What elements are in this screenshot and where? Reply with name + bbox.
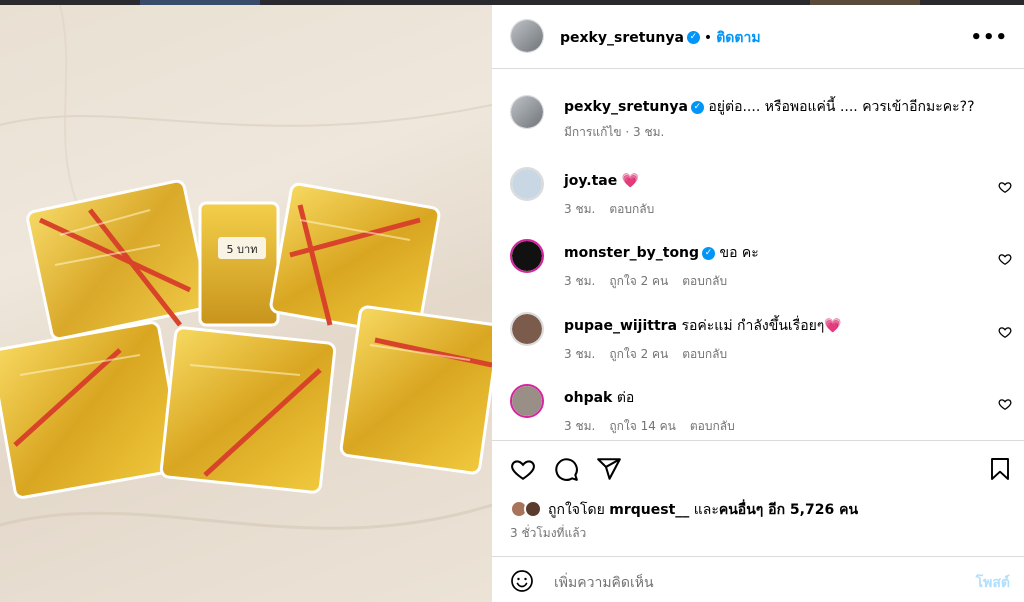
comment-text: รอค่ะแม่ กำลังขึ้นเรื่อยๆ💗: [681, 318, 842, 334]
separator-dot: •: [703, 30, 713, 46]
actions-divider: [492, 440, 1024, 441]
comment-username[interactable]: pupae_wijittra: [564, 318, 677, 334]
likes-others[interactable]: คนอื่นๆ อีก 5,726 คน: [719, 499, 858, 521]
author-username[interactable]: pexky_sretunya: [560, 30, 684, 46]
reply-button[interactable]: ตอบกลับ: [682, 347, 727, 361]
comment-username[interactable]: joy.tae: [564, 173, 617, 189]
instagram-post-view: 5 บาท pexky_sretunya ✓ • ติดตาม ••• pexk…: [0, 0, 1024, 602]
commenter-avatar[interactable]: [510, 312, 544, 346]
likes-summary: ถูกใจโดย mrquest__ และ คนอื่นๆ อีก 5,726 …: [510, 499, 858, 521]
comment-composer: เพิ่มความคิดเห็น โพสต์: [492, 556, 1024, 602]
post-comment-button[interactable]: โพสต์: [976, 572, 1010, 594]
comment-row: ohpak ต่อ 3 ชม. ถูกใจ 14 คน ตอบกลับ: [492, 382, 1024, 442]
post-header: pexky_sretunya ✓ • ติดตาม •••: [492, 5, 1024, 69]
commenter-avatar[interactable]: [510, 167, 544, 201]
comment-username[interactable]: ohpak: [564, 390, 612, 406]
reply-button[interactable]: ตอบกลับ: [609, 202, 654, 216]
comment-meta: 3 ชม. ถูกใจ 2 คน ตอบกลับ: [564, 345, 741, 364]
post-side-panel: pexky_sretunya ✓ • ติดตาม ••• pexky_sretuny…: [492, 5, 1024, 602]
comment-heart-icon[interactable]: [998, 396, 1012, 415]
author-avatar[interactable]: [510, 19, 544, 53]
commenter-avatar[interactable]: [510, 384, 544, 418]
gold-pack-bottom-left: [0, 321, 184, 499]
commenter-avatar[interactable]: [510, 239, 544, 273]
comment-likes[interactable]: ถูกใจ 2 คน: [609, 274, 668, 288]
comment-username[interactable]: monster_by_tong: [564, 245, 699, 261]
reply-button[interactable]: ตอบกลับ: [690, 419, 735, 433]
gold-pack-center: 5 บาท: [198, 201, 280, 327]
comment-time: 3 ชม.: [564, 419, 596, 433]
comment-time: 3 ชม.: [564, 347, 596, 361]
comment-body: monster_by_tong ✓ ขอ คะ: [564, 244, 759, 262]
likes-prefix: ถูกใจโดย: [548, 502, 605, 518]
comment-icon[interactable]: [553, 456, 579, 486]
comment-body: pupae_wijittra รอค่ะแม่ กำลังขึ้นเรื่อยๆ…: [564, 317, 842, 335]
gold-bars-image: 5 บาท: [0, 5, 492, 530]
comment-row: monster_by_tong ✓ ขอ คะ 3 ชม. ถูกใจ 2 คน ตอบ…: [492, 237, 1024, 297]
caption-text: อยู่ต่อ.... หรือพอแค่นี้ .... ควรเข้าอีก…: [708, 99, 975, 115]
comment-likes[interactable]: ถูกใจ 2 คน: [609, 347, 668, 361]
comment-time: 3 ชม.: [564, 202, 596, 216]
gold-pack-bottom-right: [339, 305, 492, 475]
caption-username[interactable]: pexky_sretunya: [564, 99, 688, 115]
comment-body: joy.tae 💗: [564, 172, 639, 190]
likes-and: และ: [693, 502, 719, 518]
comment-meta: 3 ชม. ถูกใจ 2 คน ตอบกลับ: [564, 272, 741, 291]
bookmark-icon[interactable]: [988, 456, 1012, 486]
comment-heart-icon[interactable]: [998, 324, 1012, 343]
emoji-icon[interactable]: [510, 569, 534, 597]
author-avatar-caption[interactable]: [510, 95, 544, 129]
caption-meta: มีการแก้ไข · 3 ชม.: [564, 125, 665, 139]
gold-pack-bottom-center: [159, 326, 337, 494]
comment-time: 3 ชม.: [564, 274, 596, 288]
liker-avatar: [524, 500, 542, 518]
comment-meta: 3 ชม. ตอบกลับ: [564, 200, 668, 219]
comment-text: 💗: [621, 173, 640, 189]
caption-row: pexky_sretunya ✓ อยู่ต่อ.... หรือพอแค่นี้…: [492, 93, 1024, 143]
comment-row: joy.tae 💗 3 ชม. ตอบกลับ: [492, 165, 1024, 225]
verified-icon: ✓: [702, 246, 716, 260]
gold-pack-top-left: [26, 179, 210, 341]
reply-button[interactable]: ตอบกลับ: [682, 274, 727, 288]
comment-text: ต่อ: [616, 390, 635, 406]
comment-meta: 3 ชม. ถูกใจ 14 คน ตอบกลับ: [564, 417, 749, 436]
likes-user[interactable]: mrquest__: [609, 502, 689, 518]
svg-text:5 บาท: 5 บาท: [227, 243, 258, 256]
more-icon[interactable]: •••: [970, 27, 1008, 48]
heart-icon[interactable]: [510, 456, 536, 486]
comment-body: ohpak ต่อ: [564, 389, 634, 407]
comment-heart-icon[interactable]: [998, 251, 1012, 270]
post-photo: 5 บาท: [0, 5, 492, 602]
comment-text: ขอ คะ: [719, 245, 759, 261]
verified-icon: ✓: [686, 31, 700, 44]
share-icon[interactable]: [596, 456, 622, 486]
comment-input[interactable]: เพิ่มความคิดเห็น: [554, 572, 654, 594]
verified-icon: ✓: [690, 100, 704, 114]
comment-likes[interactable]: ถูกใจ 14 คน: [609, 419, 676, 433]
comment-heart-icon[interactable]: [998, 179, 1012, 198]
comment-row: pupae_wijittra รอค่ะแม่ กำลังขึ้นเรื่อยๆ…: [492, 310, 1024, 370]
follow-button[interactable]: ติดตาม: [716, 30, 760, 46]
post-time: 3 ชั่วโมงที่แล้ว: [510, 526, 587, 540]
